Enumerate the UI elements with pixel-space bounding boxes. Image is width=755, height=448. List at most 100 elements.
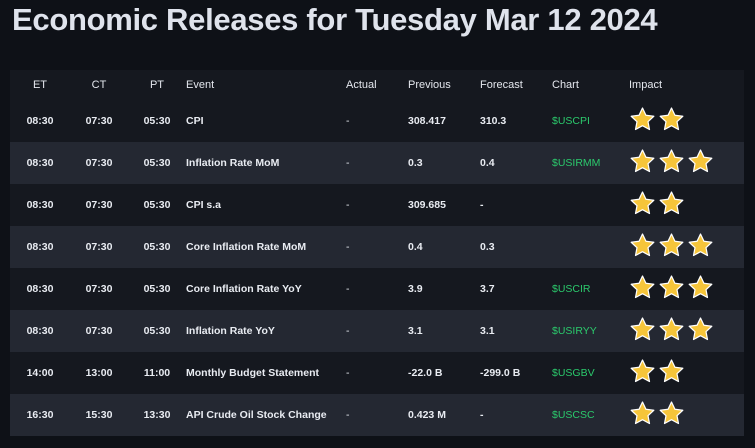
cell-chart-link[interactable]: $USIRMM: [552, 142, 629, 184]
cell-impact: [629, 352, 744, 394]
cell-pt: 05:30: [143, 325, 171, 337]
cell-et: 08:30: [26, 157, 54, 169]
star-icon: [629, 316, 656, 343]
cell-ct: 07:30: [85, 199, 113, 211]
cell-actual: -: [346, 409, 350, 421]
cell-actual: -: [346, 241, 350, 253]
cell-previous: 0.423 M: [408, 409, 446, 421]
impact-rating: [629, 232, 714, 259]
star-icon: [658, 400, 685, 427]
cell-forecast: 0.4: [480, 157, 495, 169]
cell-chart-link[interactable]: $USCIR: [552, 268, 629, 310]
impact-rating: [629, 316, 714, 343]
star-icon: [629, 274, 656, 301]
cell-event: Monthly Budget Statement: [186, 367, 319, 379]
cell-event: CPI: [186, 115, 204, 127]
cell-ct: 13:00: [85, 367, 113, 379]
column-header-impact: Impact: [629, 79, 663, 91]
table-row: 08:30 07:30 05:30 CPI s.a - 309.685 -: [10, 184, 744, 226]
star-icon: [658, 148, 685, 175]
column-header-forecast: Forecast: [480, 79, 523, 91]
cell-impact: [629, 268, 744, 310]
releases-table: ET CT PT Event Actual Previous Forecast …: [10, 70, 744, 436]
cell-chart-link: [552, 184, 629, 226]
cell-impact: [629, 142, 744, 184]
star-icon: [658, 190, 685, 217]
cell-ct: 15:30: [85, 409, 113, 421]
cell-chart-link[interactable]: $USGBV: [552, 352, 629, 394]
cell-impact: [629, 100, 744, 142]
cell-forecast: 3.7: [480, 283, 495, 295]
cell-pt: 05:30: [143, 115, 171, 127]
column-header-event: Event: [186, 79, 215, 91]
cell-actual: -: [346, 367, 350, 379]
page: Economic Releases for Tuesday Mar 12 202…: [0, 0, 755, 448]
cell-actual: -: [346, 157, 350, 169]
economic-releases-table: ET CT PT Event Actual Previous Forecast …: [10, 70, 744, 436]
star-icon: [658, 316, 685, 343]
cell-ct: 07:30: [85, 325, 113, 337]
cell-impact: [629, 310, 744, 352]
cell-impact: [629, 184, 744, 226]
cell-pt: 11:00: [143, 367, 171, 379]
cell-previous: 0.3: [408, 157, 423, 169]
cell-chart-link[interactable]: $USCSC: [552, 394, 629, 436]
cell-ct: 07:30: [85, 283, 113, 295]
column-header-previous: Previous: [408, 79, 451, 91]
table-row: 08:30 07:30 05:30 Core Inflation Rate MoM - 0…: [10, 226, 744, 268]
star-icon: [687, 148, 714, 175]
star-icon: [629, 358, 656, 385]
cell-et: 08:30: [26, 115, 54, 127]
column-header-actual: Actual: [346, 79, 377, 91]
cell-event: Core Inflation Rate MoM: [186, 241, 307, 253]
table-row: 08:30 07:30 05:30 Inflation Rate MoM - 0.3 0.4…: [10, 142, 744, 184]
cell-previous: 309.685: [408, 199, 446, 211]
cell-et: 08:30: [26, 283, 54, 295]
column-header-pt: PT: [149, 79, 165, 91]
cell-impact: [629, 226, 744, 268]
cell-event: Core Inflation Rate YoY: [186, 283, 302, 295]
impact-rating: [629, 148, 714, 175]
cell-forecast: -: [480, 199, 484, 211]
cell-event: Inflation Rate YoY: [186, 325, 275, 337]
table-body: 08:30 07:30 05:30 CPI -308.417 310.3 $USCPI 08:…: [10, 100, 744, 436]
cell-chart-link[interactable]: $USCPI: [552, 100, 629, 142]
cell-forecast: 3.1: [480, 325, 495, 337]
page-title: Economic Releases for Tuesday Mar 12 202…: [12, 2, 658, 37]
cell-previous: 308.417: [408, 115, 446, 127]
cell-et: 16:30: [26, 409, 54, 421]
table-row: 08:30 07:30 05:30 Core Inflation Rate YoY - 3…: [10, 268, 744, 310]
cell-previous: -22.0 B: [408, 367, 443, 379]
impact-rating: [629, 190, 685, 217]
cell-impact: [629, 394, 744, 436]
star-icon: [629, 190, 656, 217]
cell-forecast: -299.0 B: [480, 367, 521, 379]
table-row: 16:30 15:30 13:30 API Crude Oil Stock Chang…: [10, 394, 744, 436]
cell-event: Inflation Rate MoM: [186, 157, 280, 169]
star-icon: [629, 148, 656, 175]
table-row: 08:30 07:30 05:30 CPI - 308.417 310.3 $USCPI: [10, 100, 744, 142]
cell-pt: 05:30: [143, 241, 171, 253]
star-icon: [629, 232, 656, 259]
cell-ct: 07:30: [85, 157, 113, 169]
cell-et: 08:30: [26, 199, 54, 211]
cell-actual: -: [346, 115, 350, 127]
table-header-row: ET CT PT Event Actual Previous Forecast …: [10, 70, 744, 100]
cell-ct: 07:30: [85, 241, 113, 253]
impact-rating: [629, 106, 685, 133]
cell-actual: -: [346, 199, 350, 211]
cell-event: CPI s.a: [186, 199, 222, 211]
star-icon: [658, 106, 685, 133]
column-header-ct: CT: [91, 79, 107, 91]
cell-ct: 07:30: [85, 115, 113, 127]
star-icon: [687, 232, 714, 259]
star-icon: [658, 274, 685, 301]
cell-event: API Crude Oil Stock Change: [186, 409, 327, 421]
cell-pt: 05:30: [143, 157, 171, 169]
cell-et: 08:30: [26, 325, 54, 337]
star-icon: [687, 316, 714, 343]
star-icon: [629, 400, 656, 427]
cell-forecast: 310.3: [480, 115, 507, 127]
cell-chart-link[interactable]: $USIRYY: [552, 310, 629, 352]
cell-pt: 05:30: [143, 283, 171, 295]
